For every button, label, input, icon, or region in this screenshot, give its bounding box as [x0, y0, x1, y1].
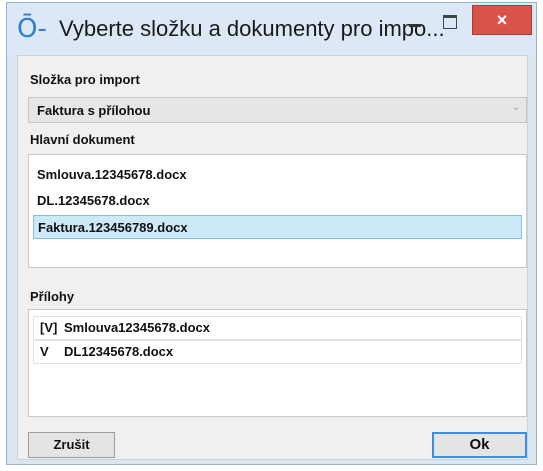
- ok-button[interactable]: Ok: [432, 432, 527, 458]
- list-item[interactable]: Smlouva.12345678.docx: [33, 163, 522, 187]
- window-title: Vyberte složku a dokumenty pro impo...: [59, 16, 445, 41]
- maximize-button[interactable]: [437, 11, 463, 33]
- app-icon: Ō-: [17, 14, 47, 44]
- main-document-list[interactable]: Smlouva.12345678.docx DL.12345678.docx F…: [28, 154, 527, 268]
- list-item[interactable]: DL.12345678.docx: [33, 189, 522, 213]
- folder-label: Složka pro import: [30, 72, 140, 87]
- close-button[interactable]: ×: [472, 5, 532, 35]
- attachment-name: Smlouva12345678.docx: [64, 320, 210, 335]
- attachment-checkbox[interactable]: [V]: [40, 317, 57, 339]
- cancel-button[interactable]: Zrušit: [28, 432, 115, 458]
- dialog-content: Složka pro import Faktura s přílohou ⌄ H…: [17, 55, 528, 460]
- attachment-checkbox[interactable]: V: [40, 341, 49, 363]
- list-item-selected[interactable]: Faktura.123456789.docx: [33, 215, 522, 239]
- minimize-button[interactable]: [403, 13, 429, 35]
- main-document-label: Hlavní dokument: [30, 132, 135, 147]
- attachment-row[interactable]: V DL12345678.docx: [33, 340, 522, 364]
- attachments-list[interactable]: [V] Smlouva12345678.docx V DL12345678.do…: [28, 309, 527, 417]
- title-bar[interactable]: Ō- Vyberte složku a dokumenty pro impo..…: [7, 3, 536, 55]
- dialog-window: Ō- Vyberte složku a dokumenty pro impo..…: [6, 2, 537, 465]
- close-icon: ×: [496, 10, 508, 30]
- attachment-row[interactable]: [V] Smlouva12345678.docx: [33, 316, 522, 340]
- attachments-label: Přílohy: [30, 289, 75, 304]
- attachment-name: DL12345678.docx: [64, 344, 174, 359]
- folder-dropdown[interactable]: Faktura s přílohou ⌄: [28, 97, 527, 123]
- chevron-down-icon: ⌄: [511, 102, 520, 113]
- folder-dropdown-value: Faktura s přílohou: [37, 103, 151, 118]
